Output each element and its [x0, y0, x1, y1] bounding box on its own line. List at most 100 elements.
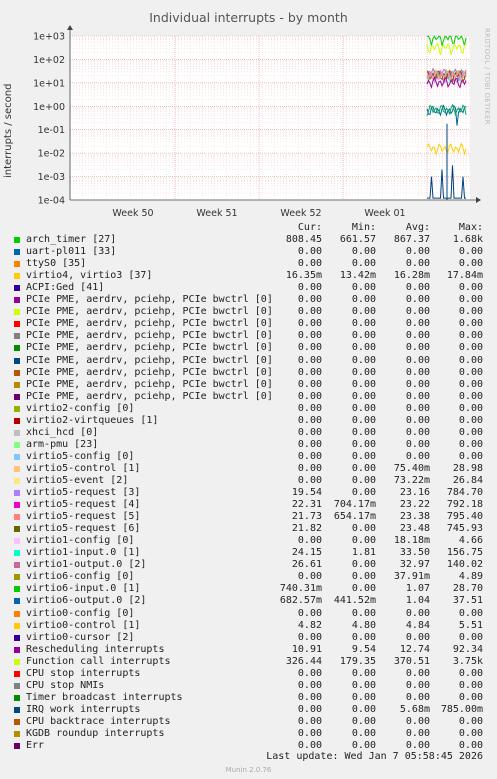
value-cur: 0.00: [297, 366, 322, 378]
value-max: 1.68k: [452, 234, 483, 246]
value-avg: 23.48: [399, 523, 430, 535]
legend-swatch: [14, 526, 20, 533]
value-min: 0.00: [351, 306, 376, 318]
legend-label: virtio2-virtqueues [1]: [26, 414, 159, 426]
value-cur: 0.00: [297, 330, 322, 342]
value-max: 0.00: [458, 667, 483, 679]
value-cur: 0.00: [297, 318, 322, 330]
header-cur: Cur:: [297, 222, 322, 233]
value-cur: 0.00: [297, 378, 322, 390]
value-avg: 75.40m: [393, 462, 430, 474]
value-min: 179.35: [339, 655, 376, 667]
value-cur: 0.00: [297, 450, 322, 462]
value-max: 26.84: [452, 474, 483, 486]
value-avg: 0.00: [405, 390, 430, 402]
value-max: 0.00: [458, 294, 483, 306]
value-avg: 0.00: [405, 715, 430, 727]
value-cur: 0.00: [297, 607, 322, 619]
value-min: 704.17m: [333, 499, 376, 511]
value-cur: 0.00: [297, 703, 322, 715]
legend-swatch: [14, 237, 20, 244]
value-max: 0.00: [458, 691, 483, 703]
value-cur: 0.00: [297, 679, 322, 691]
value-max: 28.98: [452, 462, 483, 474]
legend-label: CPU stop interrupts: [26, 667, 141, 679]
value-min: 0.00: [351, 426, 376, 438]
value-min: 0.00: [351, 523, 376, 535]
legend-row: PCIe PME, aerdrv, pciehp, PCIe bwctrl [0…: [12, 318, 490, 330]
value-cur: 0.00: [297, 354, 322, 366]
legend-swatch: [14, 610, 20, 617]
legend-header: Cur: Min: Avg: Max:: [12, 222, 490, 234]
legend-label: ttyS0 [35]: [26, 258, 87, 270]
legend-row: xhci_hcd [0] 0.00 0.00 0.00 0.00: [12, 427, 490, 439]
legend-row: virtio1-output.0 [2] 26.61 0.00 32.97 140.02: [12, 559, 490, 571]
value-avg: 0.00: [405, 294, 430, 306]
value-min: 0.00: [351, 414, 376, 426]
legend-label: arch_timer [27]: [26, 234, 117, 246]
value-max: 0.00: [458, 246, 483, 258]
value-avg: 0.00: [405, 631, 430, 643]
value-min: 654.17m: [333, 511, 376, 523]
value-max: 0.00: [458, 354, 483, 366]
legend-swatch: [14, 598, 20, 605]
value-cur: 0.00: [297, 631, 322, 643]
legend-label: xhci_hcd [0]: [26, 426, 99, 438]
y-axis-arrow: [67, 25, 73, 30]
value-avg: 1.07: [405, 583, 430, 595]
legend-label: PCIe PME, aerdrv, pciehp, PCIe bwctrl [0…: [26, 306, 273, 318]
value-avg: 0.00: [405, 727, 430, 739]
legend-row: PCIe PME, aerdrv, pciehp, PCIe bwctrl [0…: [12, 379, 490, 391]
value-cur: 682.57m: [279, 595, 322, 607]
legend-label: ACPI:Ged [41]: [26, 282, 105, 294]
value-min: 0.00: [351, 667, 376, 679]
legend-row: virtio5-request [3] 19.54 0.00 23.16 784.70: [12, 487, 490, 499]
legend-swatch: [14, 538, 20, 545]
value-cur: 0.00: [297, 535, 322, 547]
value-cur: 0.00: [297, 727, 322, 739]
value-avg: 33.50: [399, 547, 430, 559]
value-max: 0.00: [458, 438, 483, 450]
value-cur: 0.00: [297, 571, 322, 583]
header-avg: Avg:: [405, 222, 430, 233]
legend-swatch: [14, 514, 20, 521]
legend-swatch: [14, 333, 20, 340]
legend-row: virtio5-control [1] 0.00 0.00 75.40m 28.98: [12, 463, 490, 475]
legend-swatch: [14, 490, 20, 497]
value-min: 0.00: [351, 330, 376, 342]
legend-row: PCIe PME, aerdrv, pciehp, PCIe bwctrl [0…: [12, 306, 490, 318]
value-avg: 0.00: [405, 378, 430, 390]
value-min: 441.52m: [333, 595, 376, 607]
legend-label: PCIe PME, aerdrv, pciehp, PCIe bwctrl [0…: [26, 390, 273, 402]
legend-table: Cur: Min: Avg: Max: arch_timer [27] 808.4…: [12, 222, 490, 752]
legend-swatch: [14, 345, 20, 352]
value-min: 0.00: [351, 450, 376, 462]
legend-swatch: [14, 658, 20, 665]
value-max: 0.00: [458, 342, 483, 354]
value-avg: 0.00: [405, 414, 430, 426]
y-tick-label: 1e-03: [38, 172, 65, 183]
value-max: 792.18: [446, 499, 483, 511]
legend-label: virtio5-request [5]: [26, 511, 141, 523]
legend-row: PCIe PME, aerdrv, pciehp, PCIe bwctrl [0…: [12, 294, 490, 306]
legend-row: virtio1-input.0 [1] 24.15 1.81 33.50 156.75: [12, 547, 490, 559]
value-max: 0.00: [458, 390, 483, 402]
value-min: 9.54: [351, 643, 376, 655]
y-tick-label: 1e-04: [38, 196, 65, 207]
x-axis-arrow: [476, 197, 481, 203]
value-cur: 0.00: [297, 426, 322, 438]
value-avg: 37.91m: [393, 571, 430, 583]
value-cur: 24.15: [291, 547, 322, 559]
legend-row: IRQ work interrupts 0.00 0.00 5.68m 785.00m: [12, 704, 490, 716]
value-cur: 19.54: [291, 487, 322, 499]
value-avg: 0.00: [405, 438, 430, 450]
legend-label: virtio0-control [1]: [26, 619, 141, 631]
value-avg: 0.00: [405, 306, 430, 318]
chart-plot: 1e-04 1e-03 1e-02 1e-01 1e+00 1e+01 1e+02 1e+03…: [33, 25, 481, 219]
value-cur: 0.00: [297, 414, 322, 426]
legend-swatch: [14, 502, 20, 509]
value-min: 0.00: [351, 631, 376, 643]
legend-label: uart-pl011 [33]: [26, 246, 117, 258]
value-min: 0.00: [351, 390, 376, 402]
value-max: 0.00: [458, 366, 483, 378]
